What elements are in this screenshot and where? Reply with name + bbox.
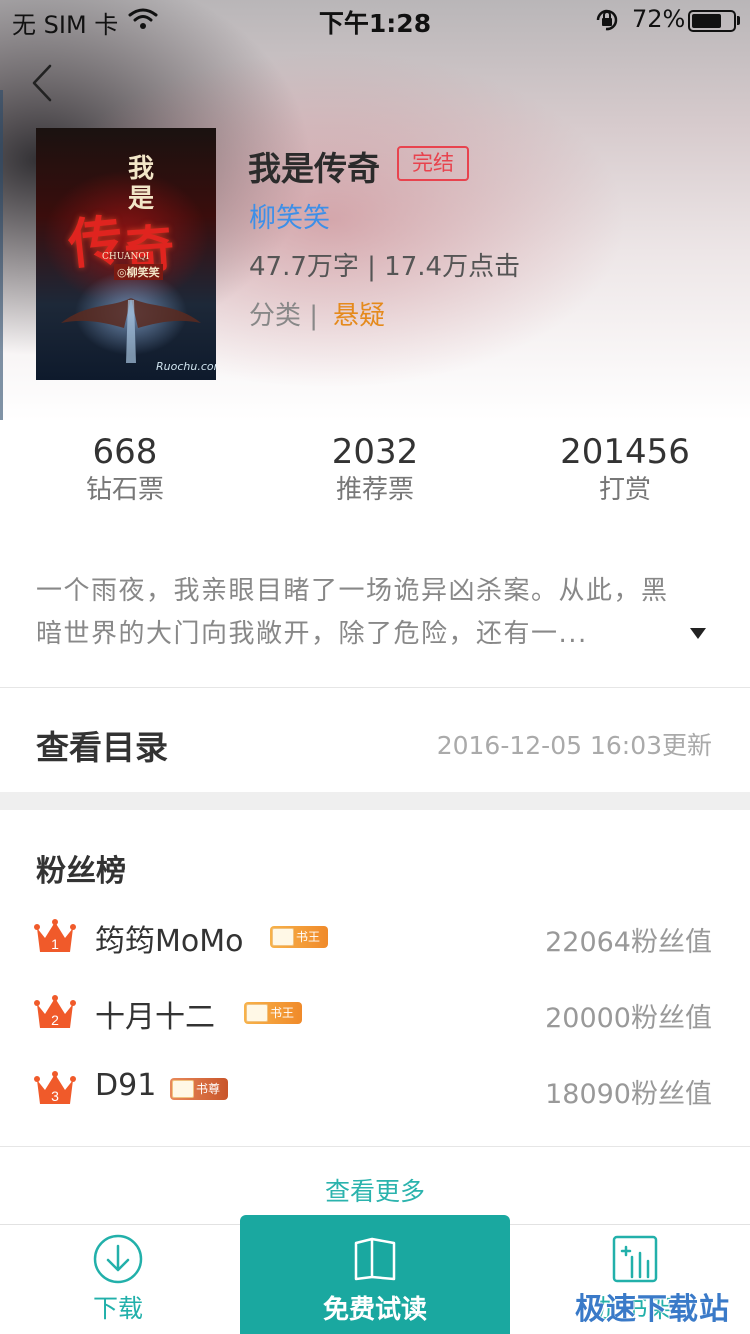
- expand-intro-arrow-icon[interactable]: [690, 628, 706, 639]
- download-label: 下载: [92, 1294, 143, 1323]
- category-label: 分类 |: [249, 301, 319, 331]
- metric-value: 668: [92, 432, 158, 472]
- fan-level-label: 书王: [270, 1006, 295, 1020]
- fan-level-badge: 书王: [270, 926, 329, 948]
- metric-label: 打赏: [598, 475, 651, 505]
- book-badge-icon: [246, 1004, 268, 1022]
- hero-edge-decoration: [0, 90, 3, 420]
- svg-text:3: 3: [51, 1088, 59, 1104]
- fan-score: 22064粉丝值: [545, 927, 712, 958]
- fan-row[interactable]: 3 D91 书尊 18090粉丝值: [0, 1060, 750, 1120]
- category-link[interactable]: 悬疑: [333, 295, 385, 332]
- status-bar: 无 SIM 卡 下午1:28 72%: [0, 0, 750, 40]
- book-badge-icon: [172, 1080, 194, 1098]
- download-button[interactable]: 下载: [38, 1225, 198, 1334]
- fan-score: 20000粉丝值: [545, 1003, 712, 1034]
- divider: [0, 1146, 750, 1147]
- fan-row[interactable]: 1 筠筠MoMo 书王 22064粉丝值: [0, 908, 750, 968]
- free-read-label: 免费试读: [322, 1295, 427, 1325]
- fan-level-label: 书尊: [196, 1082, 221, 1096]
- fan-level-badge: 书王: [244, 1002, 303, 1024]
- metric-diamond-tickets[interactable]: 668 钻石票: [0, 432, 250, 508]
- book-title: 我是传奇: [248, 149, 380, 188]
- back-button[interactable]: [22, 58, 66, 108]
- author-link[interactable]: 柳笑笑: [249, 196, 330, 235]
- intro-line: 一个雨夜，我亲眼目睹了一场诡异凶杀案。从此，黑: [36, 576, 669, 606]
- cover-pinyin: CHUANQI: [102, 252, 150, 262]
- battery-level: [692, 14, 721, 28]
- battery-percent: 72%: [632, 5, 686, 33]
- fans-ranking-title: 粉丝榜: [36, 854, 126, 889]
- cover-wings-art: [61, 298, 201, 363]
- intro-line: 暗世界的大门向我敞开，除了危险，还有一...: [36, 619, 588, 649]
- cover-brand: Ruochu.com: [156, 360, 216, 373]
- toc-updated-time: 2016-12-05 16:03更新: [436, 731, 712, 760]
- battery-icon: [688, 10, 736, 32]
- metric-label: 推荐票: [335, 475, 414, 505]
- crown-icon: 2: [34, 995, 76, 1028]
- fan-name: D91: [95, 1068, 157, 1103]
- fan-score: 18090粉丝值: [545, 1079, 712, 1110]
- book-cover[interactable]: 我 是 传 奇 CHUANQI ◎柳笑笑 Ruochu.com: [36, 128, 216, 380]
- toc-label: 查看目录: [36, 728, 168, 767]
- svg-text:2: 2: [51, 1012, 59, 1028]
- metric-recommend-tickets[interactable]: 2032 推荐票: [250, 432, 500, 508]
- section-gap: [0, 792, 750, 810]
- battery-tip: [737, 16, 740, 25]
- book-stats: 47.7万字 | 17.4万点击: [249, 252, 521, 282]
- rotation-lock-icon: [594, 8, 620, 36]
- metric-label: 钻石票: [85, 475, 164, 505]
- fan-level-badge: 书尊: [170, 1078, 229, 1100]
- status-badge: 完结: [397, 146, 469, 181]
- fan-row[interactable]: 2 十月十二 书王 20000粉丝值: [0, 984, 750, 1044]
- book-intro[interactable]: 一个雨夜，我亲眼目睹了一场诡异凶杀案。从此，黑 暗世界的大门向我敞开，除了危险，…: [36, 570, 716, 656]
- svg-text:1: 1: [51, 936, 59, 952]
- crown-icon: 3: [34, 1071, 76, 1104]
- free-read-button[interactable]: 免费试读: [240, 1215, 510, 1334]
- back-chevron-icon: [32, 64, 52, 102]
- fan-name: 筠筠MoMo: [95, 924, 244, 959]
- watermark: 极速下载站: [575, 1292, 730, 1327]
- fan-level-label: 书王: [296, 930, 321, 944]
- metric-tips[interactable]: 201456 打赏: [500, 432, 750, 508]
- metric-value: 2032: [331, 432, 419, 472]
- open-book-icon: [354, 1237, 396, 1281]
- book-badge-icon: [272, 928, 294, 946]
- bookshelf-add-icon: [612, 1235, 658, 1283]
- crown-icon: 1: [34, 919, 76, 952]
- metric-value: 201456: [560, 432, 690, 472]
- table-of-contents-row[interactable]: 查看目录 2016-12-05 16:03更新: [0, 688, 750, 792]
- view-more-fans-link[interactable]: 查看更多: [0, 1172, 750, 1208]
- download-icon: [93, 1234, 143, 1284]
- fan-name: 十月十二: [95, 1000, 215, 1035]
